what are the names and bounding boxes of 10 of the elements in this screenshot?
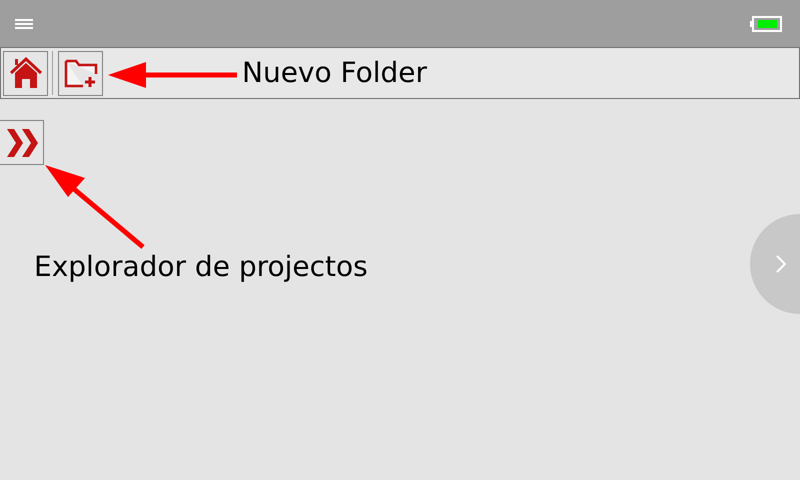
chevron-right-icon	[776, 255, 786, 273]
annotation-label: Nuevo Folder	[242, 56, 428, 90]
home-icon	[8, 56, 42, 90]
annotation-label: Explorador de projectos	[34, 250, 368, 284]
home-button[interactable]	[3, 50, 48, 96]
menu-icon[interactable]	[14, 16, 34, 30]
new-folder-button[interactable]	[58, 50, 103, 96]
expand-sidebar-button[interactable]	[0, 120, 44, 165]
battery-icon	[750, 16, 782, 32]
folder-plus-icon	[62, 58, 98, 88]
